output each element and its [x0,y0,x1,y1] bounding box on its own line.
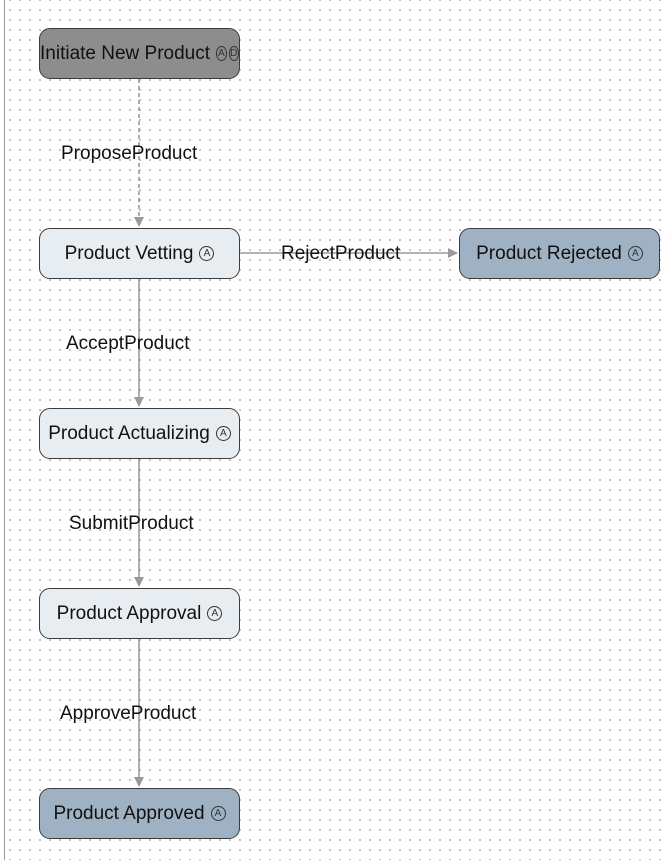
circled-a-icon: A [199,246,215,261]
edge-label-submit: SubmitProduct [69,513,194,534]
node-product-actualizing[interactable]: Product Actualizing A [39,408,240,459]
node-label: Product Vetting [64,242,194,264]
node-initiate-new-product[interactable]: Initiate New Product A D [39,28,240,79]
edge-label-approve: ApproveProduct [60,703,197,724]
edge-label-accept: AcceptProduct [66,333,190,354]
node-label: Product Approval [56,602,202,624]
node-product-vetting[interactable]: Product Vetting A [39,228,240,279]
circled-a-icon: A [207,606,223,621]
node-product-approved[interactable]: Product Approved A [39,788,240,839]
circled-d-icon: D [228,46,239,61]
circled-a-icon: A [215,426,231,441]
node-label: Product Approved [53,802,205,824]
node-label: Initiate New Product [40,42,211,64]
node-product-rejected[interactable]: Product Rejected A [459,228,660,279]
node-label: Product Actualizing [48,422,210,444]
node-label: Product Rejected [476,242,622,264]
node-product-approval[interactable]: Product Approval A [39,588,240,639]
circled-a-icon: A [216,46,227,61]
edge-label-reject: RejectProduct [281,243,401,264]
circled-a-icon: A [210,806,226,821]
edge-label-propose: ProposeProduct [61,143,198,164]
circled-a-icon: A [627,246,643,261]
